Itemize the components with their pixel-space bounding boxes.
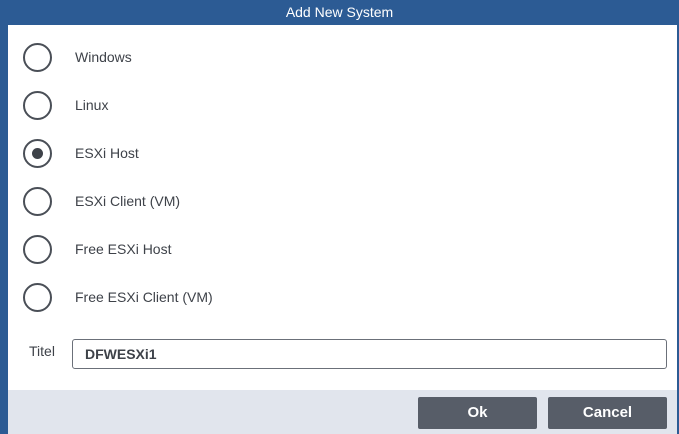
radio-linux[interactable]: [23, 90, 52, 120]
radio-free-esxi-host[interactable]: [23, 234, 52, 264]
dialog-footer: Ok Cancel: [8, 390, 677, 434]
option-label: Free ESXi Client (VM): [75, 289, 213, 305]
dialog-content: Windows Linux ESXi Host ESXi Client (VM)…: [8, 25, 677, 390]
cancel-button[interactable]: Cancel: [548, 397, 667, 429]
option-label: Linux: [75, 97, 109, 113]
option-label: Windows: [75, 49, 132, 65]
add-new-system-dialog: Add New System Windows Linux ESXi Host E…: [0, 0, 679, 434]
option-label: ESXi Client (VM): [75, 193, 181, 209]
radio-free-esxi-client-vm[interactable]: [23, 282, 52, 312]
option-free-esxi-host[interactable]: Free ESXi Host: [23, 231, 171, 267]
option-label: ESXi Host: [75, 145, 139, 161]
option-esxi-host[interactable]: ESXi Host: [23, 135, 139, 171]
radio-esxi-client-vm[interactable]: [23, 186, 52, 216]
option-linux[interactable]: Linux: [23, 87, 108, 123]
ok-button[interactable]: Ok: [418, 397, 537, 429]
option-label: Free ESXi Host: [75, 241, 172, 257]
radio-dot-icon: [32, 147, 43, 159]
radio-windows[interactable]: [23, 42, 52, 72]
option-windows[interactable]: Windows: [23, 39, 132, 75]
radio-esxi-host[interactable]: [23, 138, 52, 168]
option-esxi-client-vm[interactable]: ESXi Client (VM): [23, 183, 180, 219]
titel-label: Titel: [29, 343, 55, 359]
option-free-esxi-client-vm[interactable]: Free ESXi Client (VM): [23, 279, 213, 315]
titel-input[interactable]: [72, 339, 667, 369]
dialog-title: Add New System: [0, 0, 679, 25]
